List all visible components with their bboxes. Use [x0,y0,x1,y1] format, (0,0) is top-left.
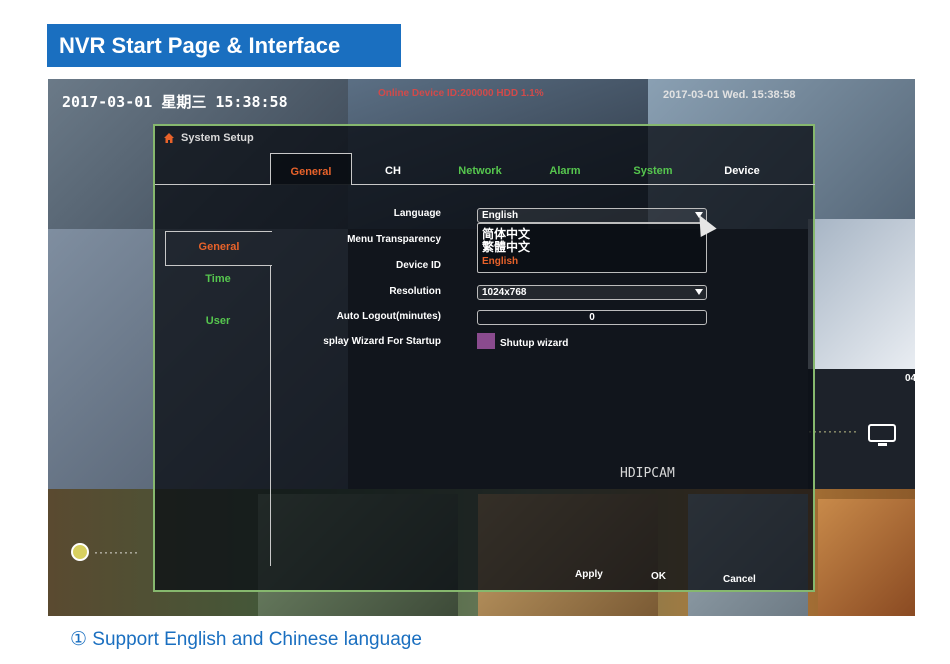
tab-device[interactable]: Device [702,153,782,185]
language-option[interactable]: 繁體中文 [482,238,530,255]
wizard-checkbox[interactable] [477,333,495,349]
auto-logout-label: Auto Logout(minutes) [336,311,441,322]
resolution-value: 1024x768 [482,287,527,298]
osd-datetime-right: 2017-03-01 Wed. 15:38:58 [663,89,796,101]
chevron-down-icon [695,289,703,295]
device-id-label: Device ID [395,260,441,271]
sidebar-item-user[interactable]: User [165,315,271,327]
camera-icon[interactable] [71,543,89,561]
language-value: English [482,210,519,221]
caption: ① Support English and Chinese language [70,629,422,650]
system-setup-dialog: System Setup General CH Network Alarm Sy… [153,124,815,592]
language-dropdown[interactable]: 简体中文 繁體中文 English [477,223,707,273]
wizard-label: splay Wizard For Startup [323,336,441,347]
resolution-label: Resolution [389,286,441,297]
cancel-button[interactable]: Cancel [723,574,756,585]
monitor-icon[interactable] [868,424,896,446]
osd-right-code: 04 [905,373,915,384]
dotted-connector: ········· [94,545,139,559]
tab-alarm[interactable]: Alarm [525,153,605,185]
tab-system[interactable]: System [613,153,693,185]
nvr-screen-photo: 2017-03-01 星期三 15:38:58 Online Device ID… [48,79,915,616]
dotted-connector: ·········· [808,424,858,438]
language-option[interactable]: English [482,256,518,267]
camera-tile [818,499,915,616]
tab-general[interactable]: General [270,153,352,185]
ok-button[interactable]: OK [651,571,666,582]
resolution-select[interactable]: 1024x768 [477,285,707,300]
hdipcam-watermark: HDIPCAM [620,466,675,481]
osd-online-device: Online Device ID:200000 HDD 1.1% [378,88,544,99]
sidebar-item-general[interactable]: General [165,231,272,266]
language-select[interactable]: English [477,208,707,223]
auto-logout-input[interactable]: 0 [477,310,707,325]
sidebar-item-time[interactable]: Time [165,273,271,285]
tab-network[interactable]: Network [440,153,520,185]
sidebar-divider [270,266,271,566]
tab-ch[interactable]: CH [353,153,433,185]
osd-datetime: 2017-03-01 星期三 15:38:58 [62,93,288,111]
camera-tile [808,219,915,369]
dialog-title: System Setup [181,132,254,144]
home-icon[interactable] [163,132,175,144]
tab-bar: General CH Network Alarm System Device [270,153,810,185]
page-banner: NVR Start Page & Interface [47,24,401,67]
apply-button[interactable]: Apply [575,569,603,580]
wizard-checkbox-label: Shutup wizard [500,338,569,349]
language-label: Language [393,208,441,219]
menu-transparency-label: Menu Transparency [347,234,441,245]
